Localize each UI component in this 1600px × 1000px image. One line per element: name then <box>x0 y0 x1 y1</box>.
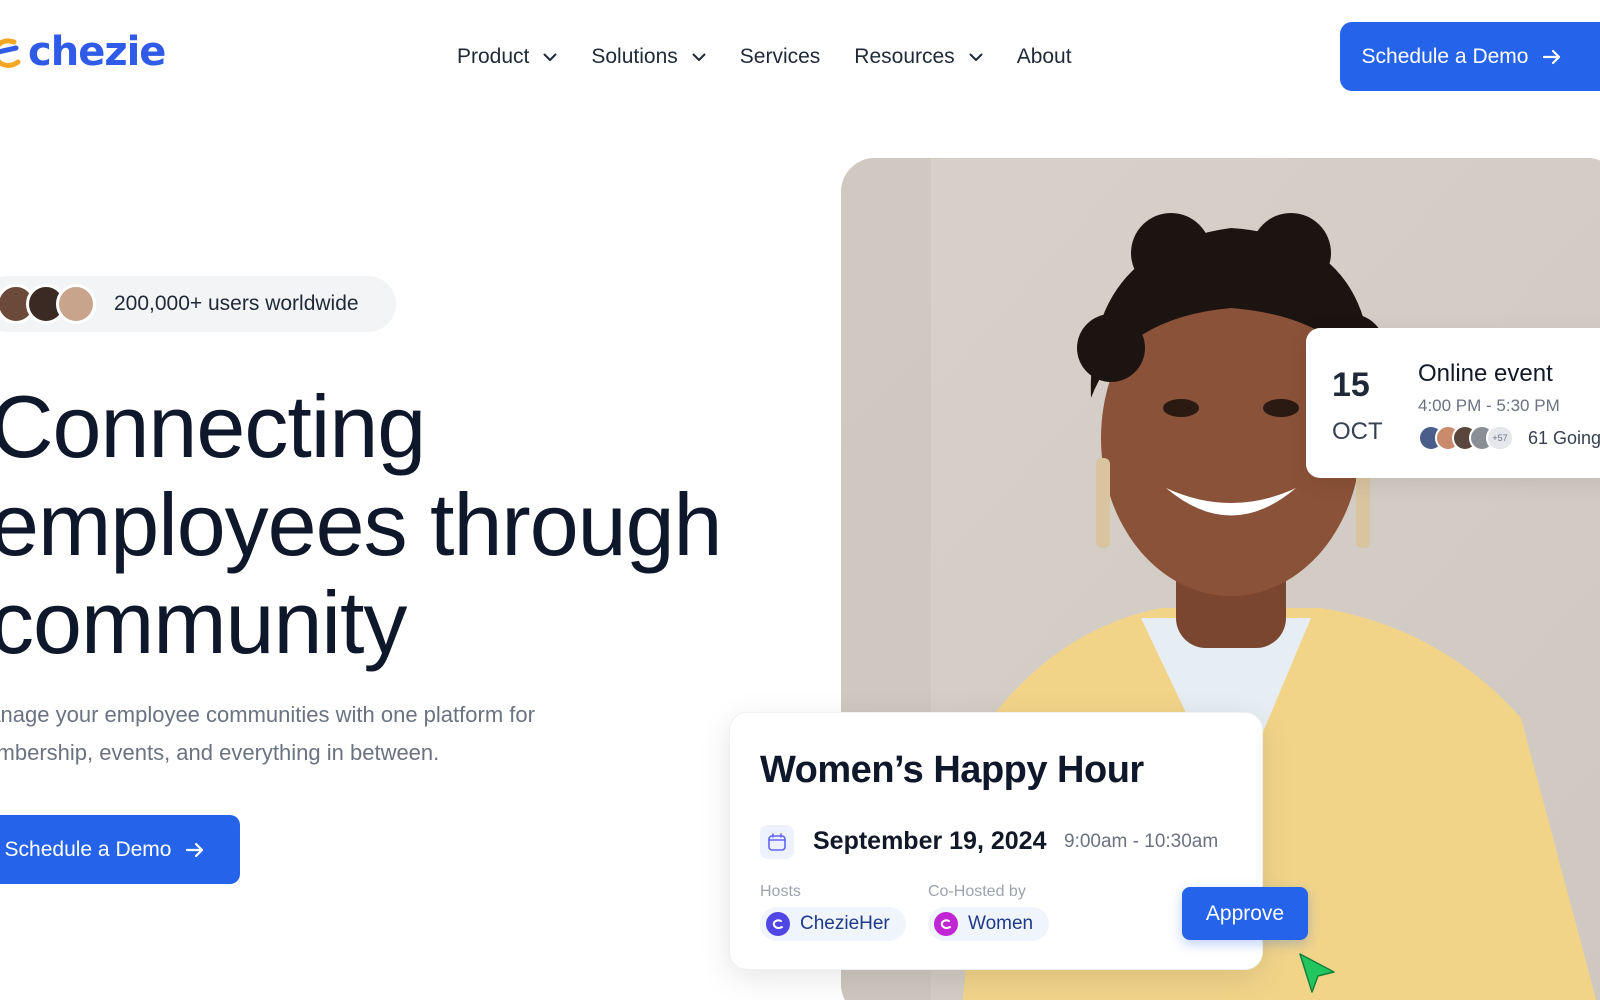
nav-item-about[interactable]: About <box>1017 45 1072 69</box>
event-attendee-avatars: +57 <box>1418 425 1514 451</box>
happy-hour-time: 9:00am - 10:30am <box>1064 831 1219 852</box>
approve-button[interactable]: Approve <box>1182 887 1308 940</box>
more-attendees-badge: +57 <box>1486 425 1514 451</box>
cursor-pointer-icon <box>1299 953 1335 993</box>
event-title: Online event <box>1418 360 1553 387</box>
hero-title-line: community <box>0 573 407 672</box>
chevron-down-icon <box>692 53 706 61</box>
button-label: Schedule a Demo <box>4 837 172 861</box>
online-event-card[interactable]: 15 OCT Online event 4:00 PM - 5:30 PM +5… <box>1306 328 1600 478</box>
chevron-down-icon <box>969 53 983 61</box>
users-count-text: 200,000+ users worldwide <box>114 292 359 315</box>
nav-item-product[interactable]: Product <box>457 45 557 69</box>
nav-item-resources[interactable]: Resources <box>854 45 983 69</box>
chevron-down-icon <box>543 53 557 61</box>
schedule-demo-hero-button[interactable]: Schedule a Demo <box>0 815 240 884</box>
nav-item-label: About <box>1016 45 1072 68</box>
event-time: 4:00 PM - 5:30 PM <box>1418 396 1560 415</box>
host-name: ChezieHer <box>800 913 890 934</box>
event-day: 15 <box>1332 366 1370 404</box>
cohost-chip[interactable]: Women <box>928 907 1050 941</box>
cohosts-label: Co-Hosted by <box>928 883 1026 900</box>
nav-item-services[interactable]: Services <box>740 45 821 69</box>
chezie-logo[interactable]: chezie <box>0 28 166 76</box>
hero-subtitle: Manage your employee communities with on… <box>0 696 680 772</box>
going-count: 61 Going <box>1528 428 1600 448</box>
hero-title-line: Connecting <box>0 377 426 476</box>
user-avatars <box>0 284 96 324</box>
happy-hour-date: September 19, 2024 <box>813 827 1047 855</box>
nav-item-label: Product <box>457 45 530 68</box>
arrow-right-icon <box>1543 49 1561 64</box>
hero-title: Connecting employees through community <box>0 377 722 672</box>
hero-subtitle-line: membership, events, and everything in be… <box>0 740 440 765</box>
hero-subtitle-line: Manage your employee communities with on… <box>0 702 535 727</box>
chezie-logo-icon <box>766 912 790 936</box>
main-nav: Product Solutions Services Resources Abo… <box>457 40 1072 74</box>
nav-item-solutions[interactable]: Solutions <box>591 45 706 69</box>
host-chip[interactable]: ChezieHer <box>760 907 906 941</box>
calendar-icon <box>760 825 794 859</box>
nav-item-label: Solutions <box>591 45 678 68</box>
logo-wordmark: chezie <box>28 29 166 75</box>
event-month: OCT <box>1332 418 1383 445</box>
button-label: Schedule a Demo <box>1361 44 1529 68</box>
hero-title-line: employees through <box>0 475 722 574</box>
hosts-label: Hosts <box>760 883 801 900</box>
chezie-logo-icon <box>934 912 958 936</box>
nav-item-label: Services <box>739 45 821 68</box>
chezie-logo-icon <box>0 38 21 68</box>
cohost-name: Women <box>968 913 1034 934</box>
users-badge: 200,000+ users worldwide <box>0 276 396 332</box>
happy-hour-title: Women’s Happy Hour <box>760 749 1144 791</box>
avatar <box>56 284 96 324</box>
nav-item-label: Resources <box>854 45 955 68</box>
schedule-demo-header-button[interactable]: Schedule a Demo <box>1340 22 1600 91</box>
arrow-right-icon <box>186 842 204 857</box>
